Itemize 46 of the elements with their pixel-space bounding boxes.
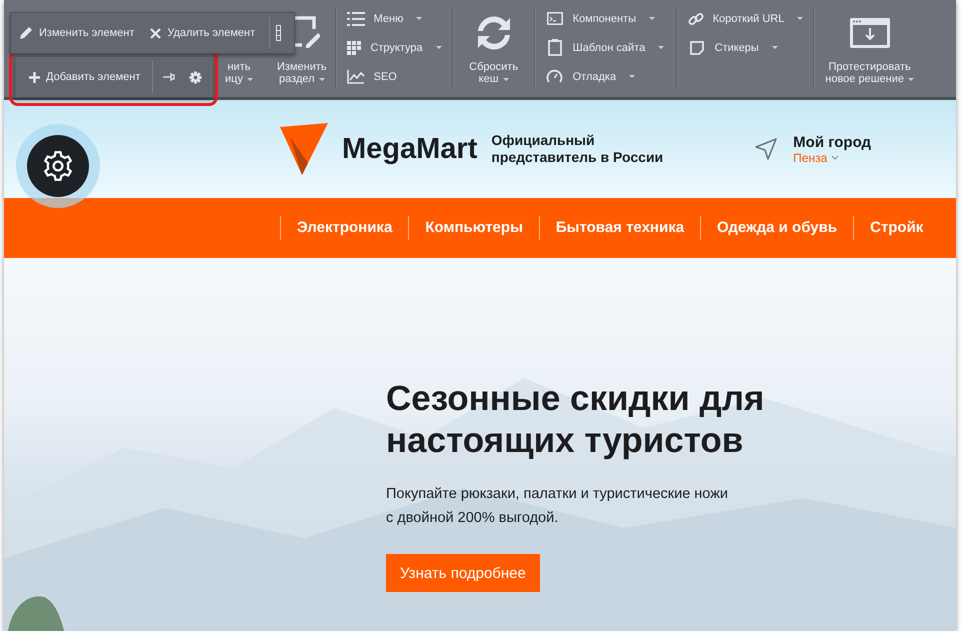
terminal-icon [546,12,564,25]
grid-icon [346,40,362,54]
close-icon [150,28,162,38]
pin-icon [163,73,176,81]
delete-element-button[interactable]: Удалить элемент [142,13,264,53]
menu-item[interactable]: Меню [346,8,442,29]
gauge-icon [546,69,564,84]
menu-item[interactable]: Отладка [546,66,666,87]
menu-item[interactable]: Короткий URL [688,8,803,29]
chevron-down-icon [831,155,840,160]
test-solution-button[interactable]: Протестировать новое решение [825,61,914,85]
hero-text: Покупайте рюкзаки, палатки и туристические ножи с двойной 200% выгодой. [386,485,730,528]
city-label: Мой город [793,134,872,150]
nav-link[interactable]: Стройк [853,216,940,240]
edit-section-button[interactable]: Изменить раздел [277,61,327,85]
logo-text[interactable]: MegaMart [342,132,478,166]
location-arrow-icon [755,138,778,160]
edit-element-button[interactable]: Изменить элемент [11,13,142,53]
nav-link[interactable]: Электроника [280,216,408,240]
nav-link[interactable]: Бытовая техника [538,216,700,240]
gear-icon [43,151,73,181]
hero-title: Сезонные скидки для настоящих туристов [386,378,766,462]
settings-button[interactable] [27,135,89,197]
drag-handle-icon[interactable] [276,25,282,41]
plus-icon [29,72,40,82]
menu-item[interactable]: Структура [346,37,442,58]
nav-link[interactable]: Компьютеры [408,216,539,240]
menu-item[interactable]: Шаблон сайта [546,37,666,58]
pencil-icon [19,26,33,40]
city-selector[interactable]: Пенза [793,150,840,164]
browser-download-icon [848,17,891,49]
menu-item[interactable]: SEO [346,66,442,87]
learn-more-button[interactable]: Узнать подробнее [386,554,540,592]
link-icon [688,10,704,26]
gear-icon [189,70,202,84]
list-icon [346,12,365,26]
tagline: Официальный представитель в России [491,132,664,166]
menu-item[interactable]: Стикеры [688,37,803,58]
edit-page-button[interactable]: нить ицу [225,61,253,85]
sticker-icon [688,40,706,54]
menu-item[interactable]: Компоненты [546,8,666,29]
nav-link[interactable]: Одежда и обувь [700,216,854,240]
chart-icon [346,70,365,84]
clipboard-icon [546,39,564,56]
reset-cache-button[interactable]: Сбросить кеш [469,61,518,85]
logo-icon [280,123,328,175]
